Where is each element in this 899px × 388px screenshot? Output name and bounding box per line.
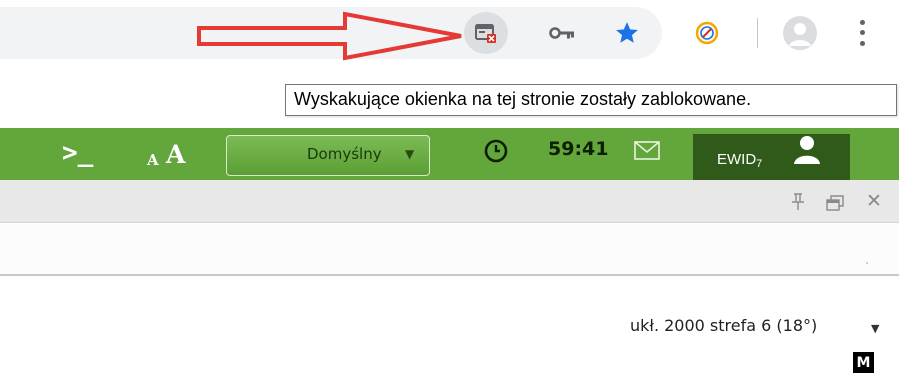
- profile-avatar[interactable]: [783, 16, 817, 50]
- user-name: EWID7: [717, 151, 763, 170]
- pin-icon[interactable]: [791, 193, 805, 211]
- session-timer: 59:41: [548, 138, 609, 160]
- passwords-button[interactable]: [548, 21, 576, 45]
- bookmark-star-icon: [616, 22, 638, 43]
- theme-select-value: Domyślny: [307, 145, 382, 163]
- key-icon: [549, 27, 574, 39]
- terminal-icon[interactable]: >_: [62, 138, 93, 168]
- font-decrease-icon[interactable]: A: [147, 151, 159, 169]
- clock-icon: [484, 139, 508, 163]
- bookmark-button[interactable]: [612, 18, 642, 48]
- extension-icon: [695, 21, 719, 45]
- user-icon: [794, 136, 820, 164]
- toolbar-separator: [757, 18, 758, 48]
- browser-toolbar: [0, 0, 899, 66]
- extension-button[interactable]: [694, 20, 720, 46]
- panel-content-strip: [0, 224, 899, 276]
- popup-blocked-icon: [475, 24, 496, 43]
- more-vert-icon[interactable]: [855, 17, 869, 49]
- theme-select[interactable]: Domyślny ▼: [226, 135, 430, 176]
- crs-chevron-down-icon[interactable]: ▼: [871, 322, 879, 335]
- annotation-arrow-icon: [197, 11, 462, 61]
- popup-blocked-tooltip: Wyskakujące okienka na tej stronie zosta…: [285, 84, 897, 116]
- close-panel-icon[interactable]: ✕: [866, 190, 882, 212]
- restore-window-icon[interactable]: [826, 195, 844, 211]
- m-badge[interactable]: M: [853, 352, 874, 373]
- crs-selector[interactable]: ukł. 2000 strefa 6 (18°): [630, 316, 817, 335]
- panel-titlebar: [0, 180, 899, 223]
- chevron-down-icon: ▼: [405, 147, 415, 161]
- font-increase-icon[interactable]: A: [166, 140, 185, 169]
- profile-avatar-icon: [789, 23, 811, 46]
- popup-blocked-button[interactable]: [464, 12, 508, 54]
- resize-handle[interactable]: [866, 262, 868, 264]
- mail-icon[interactable]: [634, 141, 660, 160]
